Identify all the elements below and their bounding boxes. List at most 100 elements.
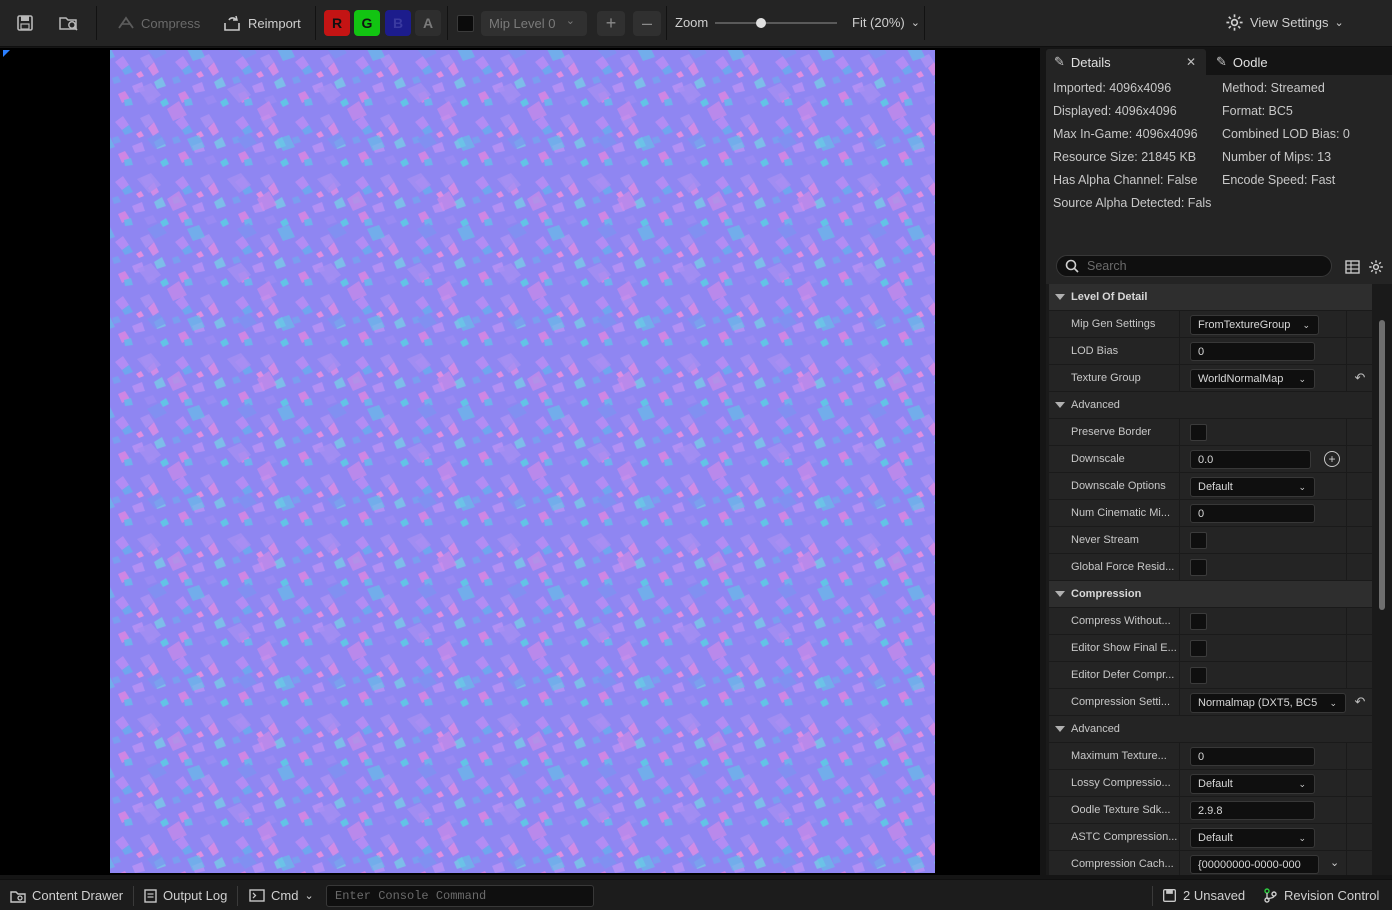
console-command-field[interactable]: [326, 885, 594, 907]
info-max-ingame: Max In-Game: 4096x4096: [1053, 127, 1198, 141]
texture-group-dropdown[interactable]: WorldNormalMap ⌄: [1190, 369, 1315, 389]
compress-button[interactable]: Compress: [116, 14, 200, 32]
never-stream-checkbox[interactable]: [1190, 532, 1207, 549]
table-view-icon[interactable]: [1343, 258, 1361, 276]
zoom-fit-value: Fit (20%): [852, 15, 905, 30]
gear-icon: [1226, 14, 1243, 31]
reimport-button[interactable]: Reimport: [223, 14, 301, 32]
status-bar: Content Drawer Output Log Cmd ⌄ 2 Unsave…: [0, 879, 1392, 910]
downscale-options-dropdown[interactable]: Default ⌄: [1190, 477, 1315, 497]
toolbar-divider: [666, 6, 667, 40]
pencil-icon: ✎: [1216, 54, 1227, 69]
reset-to-default-icon[interactable]: ↶: [1352, 370, 1368, 386]
chevron-down-icon: ⌄: [304, 890, 314, 902]
info-num-mips: Number of Mips: 13: [1222, 150, 1332, 164]
console-input[interactable]: [327, 886, 593, 906]
normal-map-pattern: [110, 50, 935, 873]
info-format: Format: BC5: [1222, 104, 1293, 118]
close-icon[interactable]: ✕: [1186, 55, 1196, 69]
revision-control-button[interactable]: Revision Control: [1263, 880, 1379, 910]
details-search-field[interactable]: [1056, 255, 1332, 277]
mip-increase-button[interactable]: +: [597, 11, 625, 36]
compress-label: Compress: [141, 15, 201, 31]
revision-control-icon: [1264, 888, 1277, 903]
cmd-label: Cmd: [271, 888, 299, 903]
caret-down-icon: [1055, 402, 1065, 408]
terminal-icon: [249, 889, 265, 902]
info-source-alpha: Source Alpha Detected: Fals: [1053, 196, 1212, 210]
content-drawer-button[interactable]: Content Drawer: [10, 880, 123, 910]
zoom-fit-dropdown[interactable]: Fit (20%) ⌄: [852, 15, 920, 30]
compress-without-alpha-checkbox[interactable]: [1190, 613, 1207, 630]
chevron-down-icon: ⌄: [1298, 833, 1306, 843]
astc-compression-dropdown[interactable]: Default ⌄: [1190, 828, 1315, 848]
texture-info-panel: Imported: 4096x4096 Displayed: 4096x4096…: [1046, 75, 1392, 250]
editor-defer-compression-checkbox[interactable]: [1190, 667, 1207, 684]
property-row: ASTC Compression... Default ⌄: [1049, 824, 1372, 851]
downscale-input[interactable]: 0.0: [1190, 450, 1311, 469]
view-settings-button[interactable]: View Settings ⌄: [1225, 13, 1344, 32]
blue-channel-toggle[interactable]: B: [385, 10, 411, 36]
property-row: Downscale Options Default ⌄: [1049, 473, 1372, 500]
mip-level-value: Mip Level 0: [489, 16, 556, 31]
property-row: Compression Cach... {00000000-0000-000 ⌄: [1049, 851, 1372, 875]
texture-viewport[interactable]: [0, 48, 1040, 875]
red-channel-toggle[interactable]: R: [324, 10, 350, 36]
global-force-resident-checkbox[interactable]: [1190, 559, 1207, 576]
tab-oodle[interactable]: ✎ Oodle: [1208, 49, 1358, 75]
mip-level-dropdown[interactable]: Mip Level 0 ⌄: [481, 11, 587, 36]
cmd-dropdown[interactable]: Cmd ⌄: [249, 880, 314, 910]
reimport-icon: [224, 15, 240, 31]
property-row: Downscale 0.0 +: [1049, 446, 1372, 473]
unsaved-button[interactable]: 2 Unsaved: [1162, 880, 1245, 910]
add-circle-icon[interactable]: +: [1324, 451, 1340, 467]
chevron-down-icon: ⌄: [1329, 698, 1337, 708]
category-level-of-detail[interactable]: Level Of Detail: [1049, 284, 1372, 311]
reset-to-default-icon[interactable]: ↶: [1352, 694, 1368, 710]
reimport-label: Reimport: [248, 15, 301, 31]
property-row: LOD Bias 0: [1049, 338, 1372, 365]
num-cinematic-mips-input[interactable]: 0: [1190, 504, 1315, 523]
maximum-texture-size-input[interactable]: 0: [1190, 747, 1315, 766]
minus-icon: –: [641, 13, 652, 33]
details-tab-bar: ✎ Details ✕ ✎ Oodle: [1046, 48, 1392, 75]
chevron-down-icon[interactable]: ⌄: [1330, 856, 1339, 869]
green-channel-toggle[interactable]: G: [354, 10, 380, 36]
save-icon[interactable]: [10, 8, 40, 38]
editor-toolbar: Compress Reimport R G B A Mip Level 0 ⌄ …: [0, 0, 1392, 47]
editor-show-final-encode-checkbox[interactable]: [1190, 640, 1207, 657]
zoom-slider-handle[interactable]: [756, 18, 766, 28]
browse-asset-icon[interactable]: [54, 8, 84, 38]
property-row: Global Force Resid...: [1049, 554, 1372, 581]
property-row: Num Cinematic Mi... 0: [1049, 500, 1372, 527]
output-log-label: Output Log: [163, 888, 228, 903]
mip-gen-settings-dropdown[interactable]: FromTextureGroup ⌄: [1190, 315, 1319, 335]
category-compression[interactable]: Compression: [1049, 581, 1372, 608]
preserve-border-checkbox[interactable]: [1190, 424, 1207, 441]
gear-icon[interactable]: [1367, 258, 1385, 276]
alpha-channel-toggle[interactable]: A: [415, 10, 441, 36]
details-scrollbar[interactable]: [1379, 320, 1385, 610]
mip-level-checkbox[interactable]: [457, 15, 474, 32]
compression-settings-dropdown[interactable]: Normalmap (DXT5, BC5 ⌄: [1190, 693, 1346, 713]
property-row: Editor Defer Compr...: [1049, 662, 1372, 689]
subcategory-advanced[interactable]: Advanced: [1049, 392, 1372, 419]
lod-bias-input[interactable]: 0: [1190, 342, 1315, 361]
compression-cache-id-input[interactable]: {00000000-0000-000: [1190, 855, 1319, 874]
info-lod-bias: Combined LOD Bias: 0: [1222, 127, 1350, 141]
info-has-alpha: Has Alpha Channel: False: [1053, 173, 1198, 187]
content-drawer-icon: [10, 890, 26, 903]
output-log-button[interactable]: Output Log: [144, 880, 227, 910]
lossy-compression-dropdown[interactable]: Default ⌄: [1190, 774, 1315, 794]
property-row: Oodle Texture Sdk... 2.9.8: [1049, 797, 1372, 824]
revision-control-label: Revision Control: [1284, 888, 1380, 903]
info-method: Method: Streamed: [1222, 81, 1325, 95]
oodle-sdk-version-input[interactable]: 2.9.8: [1190, 801, 1315, 820]
tab-details[interactable]: ✎ Details ✕: [1046, 49, 1206, 75]
subcategory-advanced[interactable]: Advanced: [1049, 716, 1372, 743]
zoom-slider-track[interactable]: [715, 22, 837, 24]
pencil-icon: ✎: [1054, 54, 1065, 69]
mip-decrease-button[interactable]: –: [633, 11, 661, 36]
property-row: Compress Without...: [1049, 608, 1372, 635]
search-input[interactable]: [1087, 259, 1317, 273]
